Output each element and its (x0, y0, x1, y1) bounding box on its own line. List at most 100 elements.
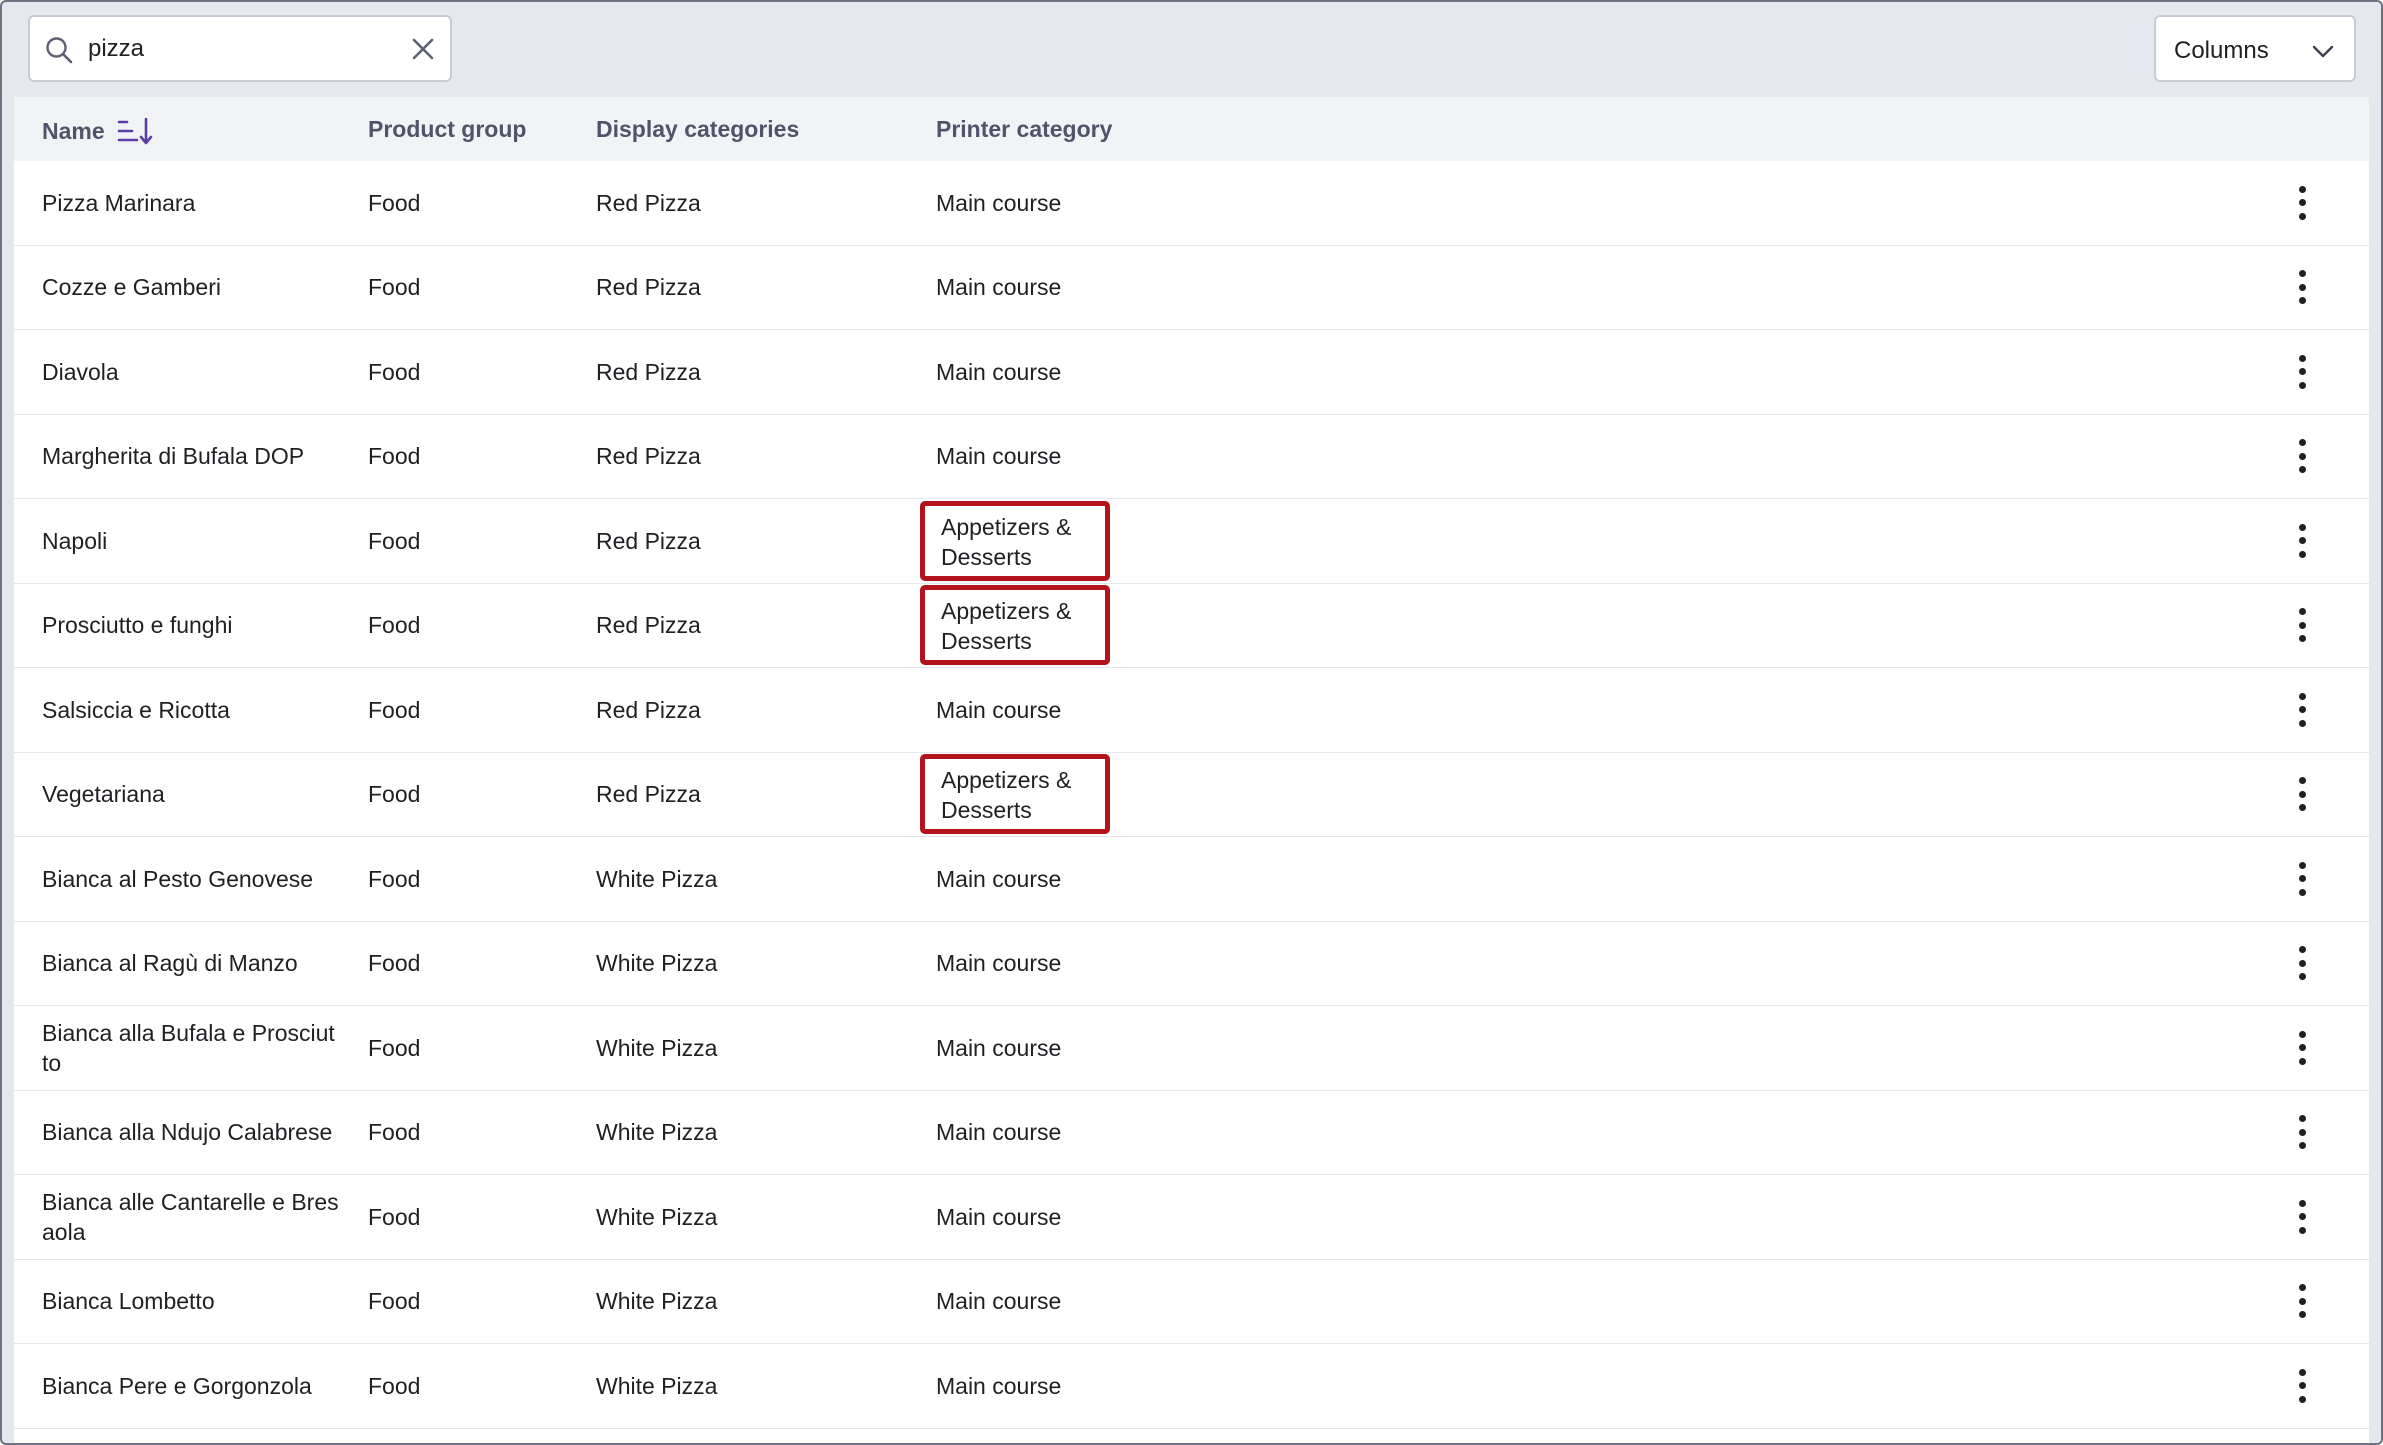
cell-display-categories: White Pizza (596, 1288, 718, 1315)
more-vertical-icon[interactable] (2292, 354, 2312, 389)
column-header-name-label: Name (42, 117, 105, 144)
menu-dot (2298, 1382, 2306, 1390)
table-row[interactable]: Pizza Marinara Food Red Pizza Main course (14, 161, 2369, 246)
more-vertical-icon[interactable] (2292, 523, 2312, 558)
cell-printer-category: Appetizers & Desserts (920, 499, 1196, 583)
cell-printer-category: Appetizers & Desserts (920, 753, 1196, 837)
cell-product-group: Food (368, 527, 421, 554)
cell-printer-category: Main course (936, 415, 1196, 499)
search-input[interactable] (88, 27, 388, 71)
more-vertical-icon[interactable] (2292, 946, 2312, 981)
table-row[interactable]: Margherita di Bufala DOP Food Red Pizza Mai… (14, 415, 2369, 499)
cell-product-group: Food (368, 443, 421, 470)
table-row[interactable]: Salsiccia e Ricotta Food Red Pizza Main cou… (14, 668, 2369, 753)
more-vertical-icon[interactable] (2292, 1284, 2312, 1319)
menu-dot (2298, 297, 2306, 305)
menu-dot (2298, 777, 2306, 785)
menu-dot (2298, 1284, 2306, 1292)
menu-dot (2298, 1395, 2306, 1403)
columns-button-label: Columns (2174, 37, 2269, 64)
cell-display-categories: Red Pizza (596, 781, 701, 808)
cell-name: Bianca al Ragù di Manzo (42, 950, 298, 977)
more-vertical-icon[interactable] (2292, 1368, 2312, 1403)
cell-name: Pizza Marinara (42, 189, 196, 216)
search-box[interactable] (28, 15, 452, 82)
cell-name: Bianca alle Cantarelle e Bres aola (42, 1188, 339, 1245)
more-vertical-icon[interactable] (2292, 1199, 2312, 1234)
table-row[interactable]: Napoli Food Red Pizza Appetizers & Desserts (14, 499, 2369, 584)
cell-display-categories: White Pizza (596, 1034, 718, 1061)
menu-dot (2298, 439, 2306, 447)
cell-display-categories: Red Pizza (596, 274, 701, 301)
printer-category-label: Main course (936, 1034, 1062, 1061)
cell-printer-category: Main course (936, 330, 1196, 414)
cell-product-group: Food (368, 274, 421, 301)
cell-name: Bianca al Pesto Genovese (42, 865, 314, 892)
cell-display-categories: White Pizza (596, 1119, 718, 1146)
table-row[interactable]: Vegetariana Food Red Pizza Appetizers & Des… (14, 753, 2369, 837)
menu-dot (2298, 368, 2306, 376)
more-vertical-icon[interactable] (2292, 185, 2312, 220)
menu-dot (2298, 875, 2306, 883)
table-body: Pizza Marinara Food Red Pizza Main course Co… (14, 161, 2369, 1429)
menu-dot (2298, 959, 2306, 967)
cell-product-group: Food (368, 1119, 421, 1146)
table-row[interactable]: Bianca Pere e Gorgonzola Food White Pizza M… (14, 1344, 2369, 1429)
more-vertical-icon[interactable] (2292, 1030, 2312, 1065)
toolbar: Columns (2, 2, 2381, 97)
table-row[interactable]: Diavola Food Red Pizza Main course (14, 330, 2369, 415)
cell-product-group: Food (368, 865, 421, 892)
menu-dot (2298, 861, 2306, 869)
cell-display-categories: Red Pizza (596, 612, 701, 639)
products-table: Name Product group Display categories Pr… (14, 97, 2369, 1443)
columns-button[interactable]: Columns (2154, 15, 2356, 82)
table-row[interactable]: Bianca al Ragù di Manzo Food White Pizza Ma… (14, 922, 2369, 1006)
table-row[interactable]: Bianca alla Ndujo Calabrese Food White Piz… (14, 1091, 2369, 1175)
cell-name: Margherita di Bufala DOP (42, 443, 305, 470)
cell-printer-category: Main course (936, 1344, 1196, 1428)
cell-display-categories: Red Pizza (596, 358, 701, 385)
cell-printer-category: Main course (936, 1175, 1196, 1259)
menu-dot (2298, 270, 2306, 278)
more-vertical-icon[interactable] (2292, 1115, 2312, 1150)
cell-printer-category: Main course (936, 837, 1196, 921)
more-vertical-icon[interactable] (2292, 608, 2312, 643)
menu-dot (2298, 466, 2306, 474)
menu-dot (2298, 550, 2306, 558)
printer-category-label: Main course (936, 358, 1062, 385)
table-row[interactable]: Bianca Lombetto Food White Pizza Main cours… (14, 1260, 2369, 1344)
column-header-printer-category[interactable]: Printer category (936, 116, 1112, 143)
column-header-product-group[interactable]: Product group (368, 116, 526, 143)
close-icon[interactable] (408, 34, 438, 64)
sort-descending-icon[interactable] (117, 116, 153, 146)
menu-dot (2298, 199, 2306, 207)
table-row[interactable]: Bianca al Pesto Genovese Food White Pizza M… (14, 837, 2369, 922)
cell-product-group: Food (368, 781, 421, 808)
table-row[interactable]: Prosciutto e funghi Food Red Pizza Appetize… (14, 584, 2369, 668)
cell-name: Salsiccia e Ricotta (42, 696, 230, 723)
more-vertical-icon[interactable] (2292, 692, 2312, 727)
cell-display-categories: White Pizza (596, 865, 718, 892)
menu-dot (2298, 1030, 2306, 1038)
cell-name: Prosciutto e funghi (42, 612, 233, 639)
more-vertical-icon[interactable] (2292, 439, 2312, 474)
cell-printer-category: Main course (936, 1006, 1196, 1090)
cell-name: Bianca Lombetto (42, 1288, 215, 1315)
more-vertical-icon[interactable] (2292, 777, 2312, 812)
menu-dot (2298, 946, 2306, 954)
menu-dot (2298, 888, 2306, 896)
table-row[interactable]: Bianca alle Cantarelle e Bres aola Food Wh… (14, 1175, 2369, 1260)
cell-product-group: Food (368, 189, 421, 216)
printer-category-label: Main course (936, 1372, 1062, 1399)
menu-dot (2298, 621, 2306, 629)
table-row[interactable]: Bianca alla Bufala e Prosciut to Food Whit… (14, 1006, 2369, 1091)
menu-dot (2298, 973, 2306, 981)
table-row[interactable]: Cozze e Gamberi Food Red Pizza Main course (14, 246, 2369, 330)
search-icon (46, 37, 73, 64)
more-vertical-icon[interactable] (2292, 861, 2312, 896)
column-header-display-categories[interactable]: Display categories (596, 116, 799, 143)
more-vertical-icon[interactable] (2292, 270, 2312, 305)
column-header-name[interactable]: Name (42, 116, 153, 146)
cell-printer-category: Main course (936, 246, 1196, 330)
highlighted-printer-category: Appetizers & Desserts (920, 500, 1110, 581)
